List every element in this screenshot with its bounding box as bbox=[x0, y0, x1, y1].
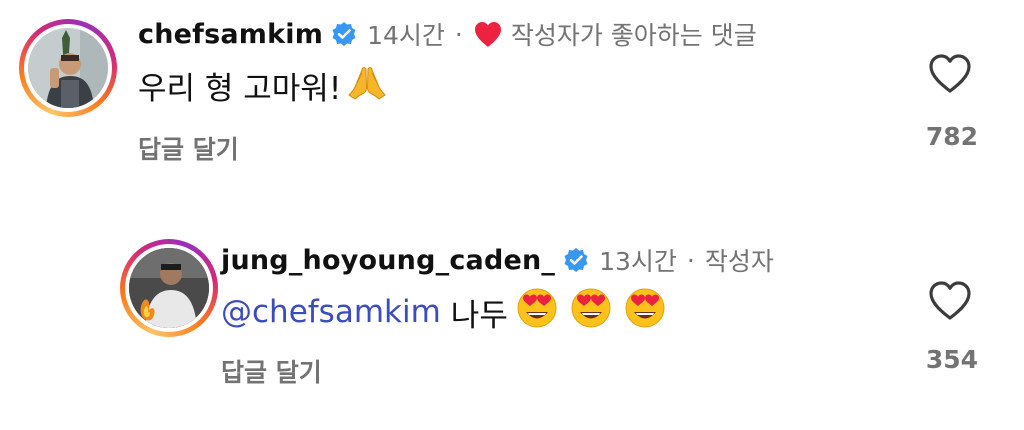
like-count: 782 bbox=[925, 122, 978, 151]
comment-text: 우리 형 고마워! bbox=[138, 60, 387, 110]
heart-eyes-emoji-icon bbox=[624, 287, 666, 337]
timestamp: 13시간 bbox=[599, 247, 677, 276]
avatar[interactable] bbox=[120, 239, 218, 337]
comment: chefsamkim 14시간 · 작성자가 좋아하는 댓글 우리 형 고마워!… bbox=[0, 0, 1024, 200]
separator-dot: · bbox=[686, 245, 695, 275]
verified-badge-icon bbox=[331, 21, 357, 47]
username[interactable]: jung_hoyoung_caden_ bbox=[221, 245, 555, 276]
creator-liked-heart-icon bbox=[473, 20, 503, 48]
heart-eyes-emoji-icon bbox=[570, 287, 612, 337]
creator-liked-label: 작성자가 좋아하는 댓글 bbox=[510, 21, 757, 50]
like-heart-icon[interactable] bbox=[927, 279, 973, 321]
heart-eyes-emoji-icon bbox=[516, 287, 558, 337]
verified-badge-icon bbox=[563, 247, 589, 273]
reply-comment: jung_hoyoung_caden_ 13시간 · 작성자 @chefsamk… bbox=[0, 225, 1024, 430]
avatar-photo bbox=[129, 248, 209, 328]
reply-button[interactable]: 답글 달기 bbox=[138, 130, 239, 166]
avatar[interactable] bbox=[19, 19, 117, 117]
comment-text-content: 우리 형 고마워! bbox=[138, 70, 342, 107]
folded-hands-emoji-icon bbox=[347, 61, 387, 109]
comment-text-content: 나두 bbox=[450, 297, 508, 334]
username[interactable]: chefsamkim bbox=[138, 19, 323, 50]
creator-label: 작성자 bbox=[704, 247, 774, 276]
separator-dot: · bbox=[454, 19, 463, 49]
comment-header: chefsamkim 14시간 · 작성자가 좋아하는 댓글 bbox=[138, 14, 757, 54]
timestamp: 14시간 bbox=[367, 21, 445, 50]
reply-button[interactable]: 답글 달기 bbox=[221, 353, 322, 389]
mention-link[interactable]: @chefsamkim bbox=[221, 294, 441, 330]
like-count: 354 bbox=[925, 345, 978, 374]
comment-header: jung_hoyoung_caden_ 13시간 · 작성자 bbox=[221, 240, 774, 280]
avatar-photo bbox=[28, 28, 108, 108]
comment-text: @chefsamkim 나두 bbox=[221, 287, 666, 337]
like-heart-icon[interactable] bbox=[927, 52, 973, 94]
